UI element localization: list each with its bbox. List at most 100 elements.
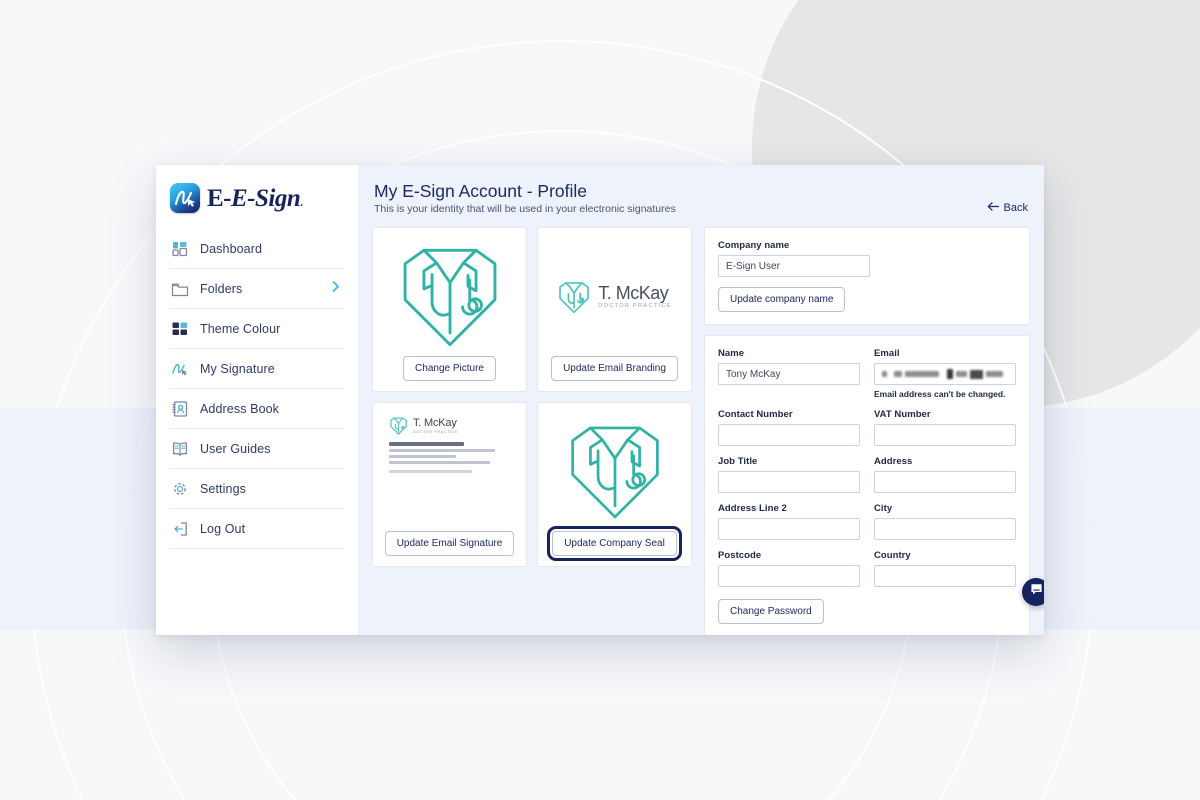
sidebar-item-label: My Signature [200, 361, 275, 376]
theme-swatch-icon [170, 319, 190, 339]
update-company-seal-button[interactable]: Update Company Seal [547, 526, 682, 562]
signature-detail-lines [389, 442, 518, 473]
chat-widget-button[interactable] [1022, 578, 1044, 606]
field-city: City [874, 503, 1016, 541]
sidebar-item-user-guides[interactable]: User Guides [170, 429, 344, 469]
sidebar-item-folders[interactable]: Folders [170, 269, 344, 309]
card-email-signature: T. McKay DOCTOR PRACTICE Update Email Si… [372, 402, 527, 568]
field-label: Country [874, 550, 911, 562]
sidebar-item-label: User Guides [200, 441, 271, 456]
doctor-heart-logo-icon [381, 238, 518, 356]
app-logo[interactable]: E-E-Sign. [156, 165, 358, 227]
company-name-panel: Company name E-Sign User Update company … [704, 227, 1030, 326]
job-title-input[interactable] [718, 471, 860, 494]
field-label: Job Title [718, 456, 758, 468]
company-name-input[interactable]: E-Sign User [718, 255, 870, 278]
arrow-left-icon [987, 201, 1000, 215]
sidebar-item-label: Dashboard [200, 241, 263, 256]
page-subtitle: This is your identity that will be used … [374, 203, 676, 216]
address-book-icon [170, 399, 190, 419]
vat-number-input[interactable] [874, 424, 1016, 447]
address-input[interactable] [874, 471, 1016, 494]
address-line-2-input[interactable] [718, 518, 860, 541]
field-vat-number: VAT Number [874, 409, 1016, 447]
card-email-branding: T. McKay DOCTOR PRACTICE Update Email Br… [537, 227, 692, 393]
email-signature-block: T. McKay DOCTOR PRACTICE [381, 413, 518, 531]
field-label: Address Line 2 [718, 503, 787, 515]
profile-form-grid: Name Tony McKay Email Email address can'… [718, 348, 1016, 589]
chat-bubble-icon [1029, 582, 1044, 602]
gear-icon [170, 479, 190, 499]
sidebar-item-label: Theme Colour [200, 321, 281, 336]
field-label: Contact Number [718, 409, 793, 421]
sidebar-item-dashboard[interactable]: Dashboard [170, 229, 344, 269]
dashboard-grid-icon [170, 239, 190, 259]
city-input[interactable] [874, 518, 1016, 541]
doctor-heart-logo-icon [546, 413, 683, 531]
sidebar: E-E-Sign. Dashboard Folders Theme Colour… [156, 165, 358, 635]
card-company-seal: Update Company Seal [537, 402, 692, 568]
asset-cards-column: Change Picture T. McKay DOCTOR PRACTICE … [372, 227, 692, 635]
field-name: Name Tony McKay [718, 348, 860, 399]
brand-name: T. McKay [413, 416, 457, 429]
app-logo-text: E-E-Sign. [207, 184, 303, 212]
profile-form-column: Company name E-Sign User Update company … [704, 227, 1030, 635]
sidebar-item-label: Log Out [200, 521, 246, 536]
update-email-signature-button[interactable]: Update Email Signature [384, 531, 515, 557]
email-input[interactable] [874, 363, 1016, 386]
sidebar-nav: Dashboard Folders Theme Colour My Signat… [170, 229, 344, 549]
sidebar-item-settings[interactable]: Settings [170, 469, 344, 509]
field-job-title: Job Title [718, 456, 860, 494]
page-header: My E-Sign Account - Profile This is your… [372, 181, 1030, 215]
signature-icon [170, 359, 190, 379]
sidebar-item-theme-colour[interactable]: Theme Colour [170, 309, 344, 349]
brand-tagline: DOCTOR PRACTICE [598, 303, 672, 310]
main-content: My E-Sign Account - Profile This is your… [358, 165, 1044, 635]
field-country: Country [874, 550, 1016, 588]
brand-name: T. McKay [598, 283, 669, 304]
field-label: Address [874, 456, 913, 468]
page-title: My E-Sign Account - Profile [374, 181, 587, 201]
field-address-line-2: Address Line 2 [718, 503, 860, 541]
change-password-button[interactable]: Change Password [718, 599, 824, 625]
email-readonly-hint: Email address can't be changed. [874, 389, 1006, 400]
field-email: Email Email address can't be changed. [874, 348, 1016, 399]
back-button[interactable]: Back [987, 201, 1028, 215]
brand-tagline: DOCTOR PRACTICE [413, 430, 459, 435]
field-label: Name [718, 348, 745, 360]
field-postcode: Postcode [718, 550, 860, 588]
update-company-name-button[interactable]: Update company name [718, 287, 846, 313]
app-window: E-E-Sign. Dashboard Folders Theme Colour… [156, 165, 1044, 635]
folder-icon [170, 279, 190, 299]
name-input[interactable]: Tony McKay [718, 363, 860, 386]
field-label: Postcode [718, 550, 762, 562]
back-button-label: Back [1003, 202, 1028, 214]
sidebar-item-label: Address Book [200, 401, 280, 416]
esign-signature-logo-icon [170, 183, 200, 213]
sidebar-item-my-signature[interactable]: My Signature [170, 349, 344, 389]
asset-card-grid: Change Picture T. McKay DOCTOR PRACTICE … [372, 227, 692, 568]
content-columns: Change Picture T. McKay DOCTOR PRACTICE … [372, 227, 1030, 635]
profile-details-panel: Name Tony McKay Email Email address can'… [704, 335, 1030, 635]
postcode-input[interactable] [718, 565, 860, 588]
company-name-label: Company name [718, 240, 790, 252]
card-profile-picture: Change Picture [372, 227, 527, 393]
tmckay-brand-lockup: T. McKay DOCTOR PRACTICE [546, 238, 683, 356]
contact-number-input[interactable] [718, 424, 860, 447]
update-email-branding-button[interactable]: Update Email Branding [551, 356, 678, 382]
field-address: Address [874, 456, 1016, 494]
field-contact-number: Contact Number [718, 409, 860, 447]
change-picture-button[interactable]: Change Picture [403, 356, 496, 382]
sidebar-item-address-book[interactable]: Address Book [170, 389, 344, 429]
doctor-heart-logo-icon [559, 281, 590, 313]
chevron-right-icon[interactable] [330, 279, 342, 298]
email-redacted-value [882, 369, 1003, 380]
open-book-icon [170, 439, 190, 459]
field-label: Email [874, 348, 900, 360]
country-input[interactable] [874, 565, 1016, 588]
sidebar-item-log-out[interactable]: Log Out [170, 509, 344, 549]
logout-arrow-icon [170, 519, 190, 539]
sidebar-item-label: Folders [200, 281, 243, 296]
doctor-heart-logo-icon [390, 417, 407, 435]
field-label: VAT Number [874, 409, 931, 421]
